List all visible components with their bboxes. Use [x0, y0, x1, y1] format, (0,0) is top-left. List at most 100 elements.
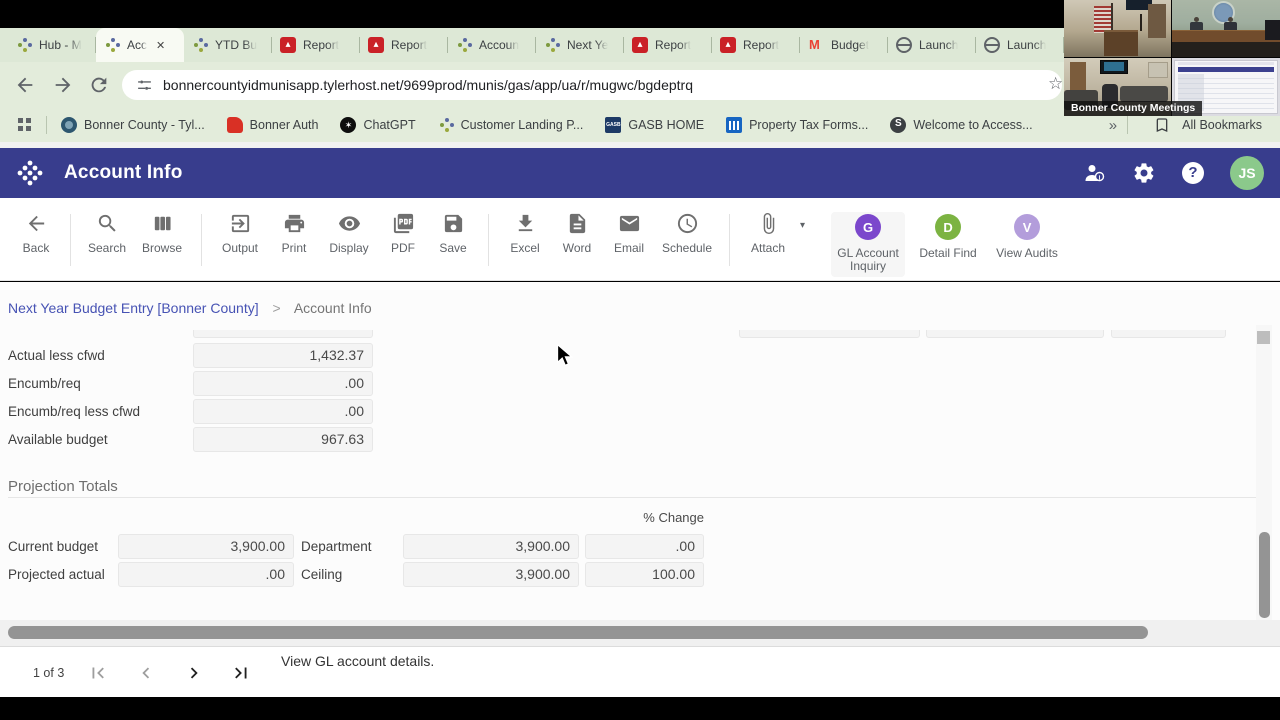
browser-tab-report-4[interactable]: Report — [712, 28, 800, 62]
attach-dropdown-caret[interactable]: ▾ — [800, 220, 805, 231]
encumb-req-field[interactable]: .00 — [193, 371, 373, 396]
webcam-feed-dais — [1172, 0, 1280, 58]
horizontal-scrollbar-thumb[interactable] — [8, 626, 1148, 639]
bookmarks-overflow-icon[interactable]: » — [1109, 117, 1117, 134]
bookmark-label: Property Tax Forms... — [749, 118, 869, 132]
webcam-overlay: Bonner County Meetings — [1064, 0, 1280, 116]
bookmark-label: Welcome to Access... — [913, 118, 1033, 132]
schedule-button[interactable]: Schedule — [655, 212, 719, 255]
bookmark-bonner-county[interactable]: Bonner County - Tyl... — [61, 117, 205, 133]
back-button[interactable]: Back — [12, 212, 60, 255]
button-label: Search — [87, 241, 127, 255]
field-value: 1,432.37 — [309, 347, 365, 363]
bookmark-property-tax[interactable]: Property Tax Forms... — [726, 117, 868, 133]
previous-page-button[interactable] — [134, 662, 158, 686]
browser-back-icon[interactable] — [14, 74, 36, 96]
department-pct-change-field[interactable]: .00 — [585, 534, 704, 559]
available-budget-field[interactable]: 967.63 — [193, 427, 373, 452]
department-field[interactable]: 3,900.00 — [403, 534, 579, 559]
user-info-icon[interactable]: i — [1082, 161, 1106, 185]
bookmark-customer-landing[interactable]: Customer Landing P... — [438, 117, 584, 133]
url-text[interactable]: bonnercountyidmunisapp.tylerhost.net/969… — [163, 77, 693, 93]
browser-tab-budget[interactable]: Budget — [800, 28, 888, 62]
avatar[interactable]: JS — [1230, 156, 1264, 190]
email-button[interactable]: Email — [603, 212, 655, 255]
encumb-req-less-cfwd-field[interactable]: .00 — [193, 399, 373, 424]
display-button[interactable]: Display — [320, 212, 378, 255]
vertical-scrollbar-thumb[interactable] — [1259, 532, 1270, 618]
browser-tab-hub[interactable]: Hub - M — [8, 28, 96, 62]
globe-favicon — [896, 37, 912, 53]
word-button[interactable]: Word — [551, 212, 603, 255]
browser-tab-ytd[interactable]: YTD Bu — [184, 28, 272, 62]
divider — [729, 214, 730, 266]
apps-grid-icon[interactable] — [18, 118, 32, 132]
couch — [1120, 86, 1168, 102]
last-page-button[interactable] — [229, 662, 253, 686]
projected-actual-field[interactable]: .00 — [118, 562, 294, 587]
output-button[interactable]: Output — [212, 212, 268, 255]
tab-label: Report — [303, 38, 340, 52]
breadcrumb-parent-link[interactable]: Next Year Budget Entry [Bonner County] — [8, 300, 259, 316]
chevron-left-icon — [142, 667, 150, 679]
bookmark-bonner-auth[interactable]: Bonner Auth — [226, 117, 318, 133]
close-icon[interactable]: ✕ — [156, 39, 165, 52]
gear-icon[interactable] — [1132, 161, 1156, 185]
help-icon[interactable]: ? — [1182, 162, 1204, 184]
word-document-icon — [569, 213, 585, 234]
tyler-logo-icon — [17, 160, 43, 186]
all-bookmarks-label[interactable]: All Bookmarks — [1182, 118, 1262, 132]
current-budget-field[interactable]: 3,900.00 — [118, 534, 294, 559]
browser-tab-nextyear[interactable]: Next Ye — [536, 28, 624, 62]
browser-tab-launch-2[interactable]: Launch — [976, 28, 1064, 62]
attach-button[interactable]: Attach — [740, 212, 796, 255]
ceiling-pct-change-field[interactable]: 100.00 — [585, 562, 704, 587]
browse-button[interactable]: Browse — [133, 212, 191, 255]
bookmark-star-icon[interactable]: ☆ — [1048, 74, 1063, 94]
screenshare-menubar — [1178, 62, 1274, 65]
pdf-button[interactable]: PDF — [378, 212, 428, 255]
all-bookmarks-icon[interactable] — [1154, 117, 1170, 133]
browser-reload-icon[interactable] — [88, 74, 110, 96]
view-audits-button[interactable]: V View Audits — [991, 212, 1063, 260]
bookmark-gasb[interactable]: GASB HOME — [605, 117, 704, 133]
clock-icon — [677, 213, 697, 234]
save-button[interactable]: Save — [428, 212, 478, 255]
browser-tab-launch-1[interactable]: Launch — [888, 28, 976, 62]
excel-button[interactable]: Excel — [499, 212, 551, 255]
tyler-favicon — [456, 37, 472, 53]
field-value: .00 — [344, 403, 364, 419]
ceiling-field[interactable]: 3,900.00 — [403, 562, 579, 587]
gl-account-inquiry-button[interactable]: G GL Account Inquiry — [831, 212, 906, 277]
bookmark-welcome-access[interactable]: Welcome to Access... — [890, 117, 1033, 133]
divider — [201, 214, 202, 266]
search-button[interactable]: Search — [81, 212, 133, 255]
vertical-scrollbar-stub[interactable] — [1257, 331, 1270, 344]
next-page-button[interactable] — [182, 662, 206, 686]
browser-tab-active-account[interactable]: Acc ✕ — [96, 28, 184, 62]
first-page-button[interactable] — [86, 662, 110, 686]
print-button[interactable]: Print — [268, 212, 320, 255]
detail-find-button[interactable]: D Detail Find — [913, 212, 983, 260]
partial-input-field — [1111, 330, 1226, 338]
tune-icon[interactable] — [136, 77, 153, 94]
bookmark-chatgpt[interactable]: ChatGPT — [340, 117, 416, 133]
pct-change-header: % Change — [643, 510, 704, 525]
address-bar[interactable]: bonnercountyidmunisapp.tylerhost.net/969… — [122, 70, 1062, 100]
actual-less-cfwd-field[interactable]: 1,432.37 — [193, 343, 373, 368]
browser-tab-account2[interactable]: Accoun — [448, 28, 536, 62]
button-label: Attach — [750, 241, 786, 255]
tyler-favicon — [192, 37, 208, 53]
tab-label: Next Ye — [567, 38, 609, 52]
browser-tab-report-1[interactable]: Report — [272, 28, 360, 62]
pdf-favicon — [368, 37, 384, 53]
browser-tab-report-2[interactable]: Report — [360, 28, 448, 62]
chatgpt-favicon — [340, 117, 357, 133]
bookmark-label: Customer Landing P... — [460, 118, 584, 132]
first-page-icon — [92, 667, 104, 679]
gl-badge-icon: G — [855, 214, 882, 240]
browser-tab-report-3[interactable]: Report — [624, 28, 712, 62]
browser-forward-icon[interactable] — [52, 74, 74, 96]
microphone-stand — [1140, 14, 1142, 31]
chevron-right-icon — [190, 667, 198, 679]
